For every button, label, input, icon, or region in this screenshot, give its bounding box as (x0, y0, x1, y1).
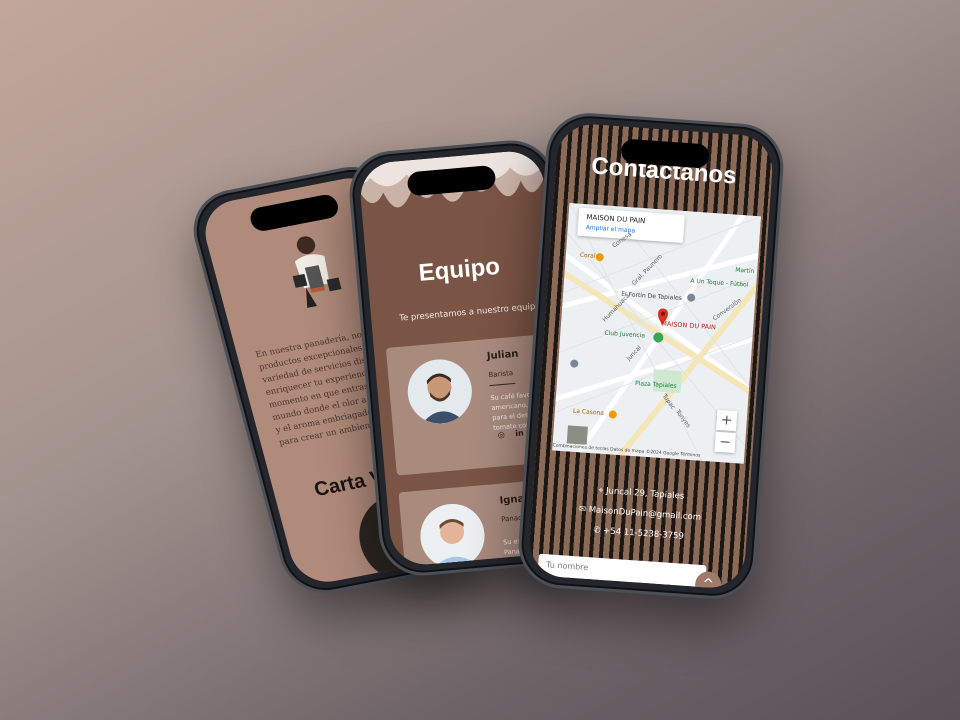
map-label: Martín (734, 266, 755, 275)
name-input[interactable]: Tu nombre (537, 553, 707, 588)
location-pin-icon: ⌖ (598, 485, 604, 496)
avatar (417, 501, 488, 568)
linkedin-icon[interactable]: in (515, 428, 524, 438)
divider (489, 382, 516, 387)
instagram-icon[interactable]: ◎ (497, 430, 505, 440)
contact-phone[interactable]: ✆ +54 11-5238-3759 (530, 521, 746, 546)
phone-text[interactable]: +54 11-5238-3759 (603, 526, 684, 542)
phone-icon: ✆ (593, 525, 601, 536)
zoom-out-button[interactable]: − (714, 431, 736, 454)
address-text: Juncal 29, Tapiales (605, 486, 685, 502)
zoom-in-button[interactable]: + (716, 409, 738, 432)
member-name: Julian (486, 348, 519, 363)
envelope-icon: ✉ (578, 504, 587, 515)
social-links: ◎ in (497, 428, 524, 439)
phone-contact-screen: Contáctanos MAISON DU PAIN Ampliar el ma… (527, 122, 775, 590)
email-text[interactable]: MaisonDuPain@gmail.com (588, 505, 701, 523)
team-subtitle: Te presentamos a nuestro equipo (398, 301, 541, 324)
phone-contact-mockup: Contáctanos MAISON DU PAIN Ampliar el ma… (515, 110, 787, 602)
map-place-title: MAISON DU PAIN (586, 213, 646, 226)
map-label: Coral (579, 251, 596, 260)
cream-drips-decoration (357, 148, 544, 208)
avatar (405, 356, 475, 427)
team-title: Equipo (417, 252, 501, 287)
member-role: Barista (488, 369, 514, 380)
embedded-map[interactable]: MAISON DU PAIN Ampliar el mapa MAISON DU… (552, 202, 762, 464)
